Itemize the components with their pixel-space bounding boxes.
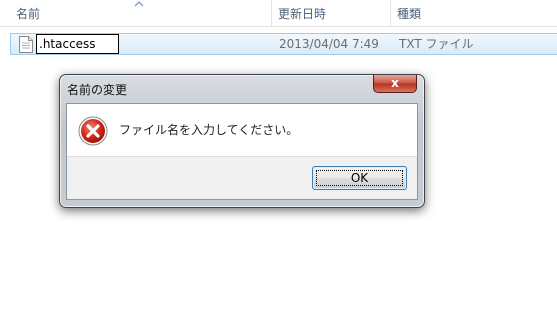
text-file-icon xyxy=(19,36,33,53)
ok-button[interactable]: OK xyxy=(312,166,407,190)
column-date-label: 更新日時 xyxy=(278,7,327,21)
close-button[interactable]: x xyxy=(373,75,417,93)
file-date: 2013/04/04 7:49 xyxy=(279,37,379,51)
column-name-label: 名前 xyxy=(16,7,41,21)
message-area: ファイル名を入力してください。 xyxy=(67,104,417,157)
file-type: TXT ファイル xyxy=(399,37,474,51)
column-date-header[interactable]: 更新日時 xyxy=(271,0,389,26)
column-header: 名前 更新日時 種類 xyxy=(0,0,557,27)
column-type-header[interactable]: 種類 xyxy=(390,0,557,26)
rename-error-dialog: 名前の変更 x ファイル名を入力してください。 OK xyxy=(59,74,425,208)
rename-input[interactable] xyxy=(36,34,119,54)
error-icon xyxy=(78,116,108,146)
file-row[interactable]: 2013/04/04 7:49 TXT ファイル xyxy=(10,33,557,55)
error-message: ファイル名を入力してください。 xyxy=(119,123,299,137)
dialog-client-area: ファイル名を入力してください。 OK xyxy=(66,103,418,200)
close-icon: x xyxy=(391,76,399,90)
sort-ascending-icon xyxy=(134,1,144,7)
dialog-title: 名前の変更 xyxy=(67,83,128,97)
ok-label: OK xyxy=(350,171,369,185)
column-type-label: 種類 xyxy=(397,7,422,21)
